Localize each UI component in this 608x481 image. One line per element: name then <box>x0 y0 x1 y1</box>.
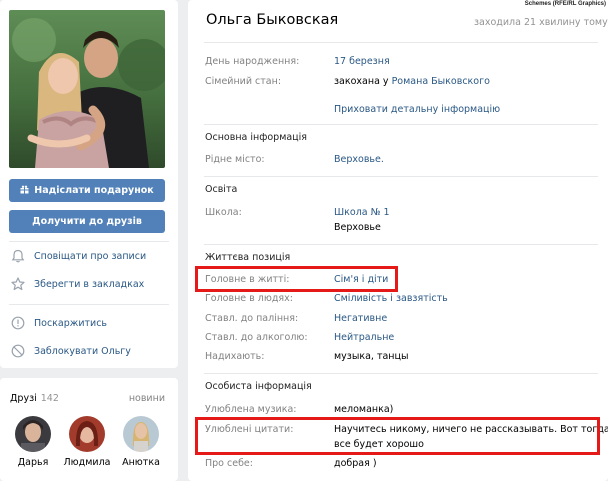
divider <box>204 373 598 374</box>
friends-count: 142 <box>40 393 59 404</box>
alcohol-label: Ставл. до алкоголю: <box>205 332 308 343</box>
friend-item[interactable]: Анютка <box>116 416 166 468</box>
friend-item[interactable]: Людмила <box>62 416 112 468</box>
image-credit: Schemes (RFE/RL Graphics) <box>521 0 608 9</box>
school-label: Школа: <box>205 207 242 218</box>
alcohol-value[interactable]: Нейтральне <box>334 332 394 343</box>
send-gift-button[interactable]: Надіслати подарунок <box>9 179 165 202</box>
hometown-label: Рідне місто: <box>205 154 265 165</box>
main-in-people-value[interactable]: Сміливість і завзятість <box>334 293 448 304</box>
gift-icon <box>20 185 29 197</box>
notify-link[interactable]: Сповіщати про записи <box>11 249 146 263</box>
friends-updates-link[interactable]: новини <box>129 393 165 404</box>
send-gift-label: Надіслати подарунок <box>34 185 154 196</box>
star-icon <box>11 277 25 291</box>
friend-name: Анютка <box>122 457 160 468</box>
block-icon <box>11 344 25 358</box>
bookmark-link[interactable]: Зберегти в закладках <box>11 277 144 291</box>
main-in-people-label: Головне в людях: <box>205 293 293 304</box>
hometown-value[interactable]: Верховье. <box>334 154 384 165</box>
smoking-label: Ставл. до паління: <box>205 313 299 324</box>
hide-details-link[interactable]: Приховати детальну інформацію <box>334 104 500 115</box>
family-status-value: закохана у Романа Быковского <box>334 76 490 87</box>
report-label: Поскаржитись <box>34 317 108 329</box>
report-link[interactable]: Поскаржитись <box>11 316 107 330</box>
bell-icon <box>11 249 25 263</box>
divider <box>204 42 598 43</box>
add-friend-button[interactable]: Долучити до друзів <box>9 210 165 233</box>
favorite-music-label: Улюблена музика: <box>205 404 297 415</box>
profile-info-card: Ольга Быковская заходила 21 хвилину тому… <box>188 0 608 481</box>
friend-item[interactable]: Дарья <box>8 416 58 468</box>
profile-name: Ольга Быковская <box>206 12 339 28</box>
partner-link[interactable]: Романа Быковского <box>392 76 490 87</box>
inspired-by-label: Надихають: <box>205 351 265 362</box>
family-status-label: Сімейний стан: <box>205 76 282 87</box>
block-link[interactable]: Заблокувати Ольгу <box>11 344 131 358</box>
divider <box>204 244 598 245</box>
about-value: добрая ) <box>334 458 377 469</box>
bookmark-label: Зберегти в закладках <box>34 278 145 290</box>
birthday-value[interactable]: 17 березня <box>334 56 390 67</box>
divider <box>9 241 169 242</box>
warning-icon <box>11 316 25 330</box>
section-life-position: Життєва позиція <box>205 252 291 263</box>
friends-block: Друзі 142 новини Дарья Людмила Анютка <box>0 378 178 481</box>
favorite-music-value: меломанка) <box>334 404 394 415</box>
birthday-label: День народження: <box>205 56 300 67</box>
block-label: Заблокувати Ольгу <box>34 345 131 357</box>
highlight-box-quotes <box>195 417 600 455</box>
section-basic-info: Основна інформація <box>205 132 307 143</box>
highlight-box-main-in-life <box>195 266 398 292</box>
school-city: Верховье <box>334 222 381 233</box>
about-label: Про себе: <box>205 458 253 469</box>
divider <box>204 124 598 125</box>
inspired-by-value: музыка, танцы <box>334 351 409 362</box>
friends-title[interactable]: Друзі 142 <box>10 393 59 404</box>
friend-name: Дарья <box>17 457 49 468</box>
online-status: заходила 21 хвилину тому <box>474 17 608 28</box>
profile-photo[interactable] <box>9 10 165 168</box>
avatar <box>123 416 159 452</box>
avatar <box>15 416 51 452</box>
avatar <box>69 416 105 452</box>
smoking-value[interactable]: Негативне <box>334 313 387 324</box>
divider <box>9 304 169 305</box>
friend-name: Людмила <box>63 457 111 468</box>
profile-sidebar: Надіслати подарунок Долучити до друзів С… <box>0 0 178 368</box>
section-personal-info: Особиста інформація <box>205 381 312 392</box>
school-value[interactable]: Школа № 1 <box>334 207 390 218</box>
notify-label: Сповіщати про записи <box>34 250 147 262</box>
section-education: Освіта <box>205 184 238 195</box>
divider <box>204 176 598 177</box>
add-friend-label: Долучити до друзів <box>32 216 142 227</box>
